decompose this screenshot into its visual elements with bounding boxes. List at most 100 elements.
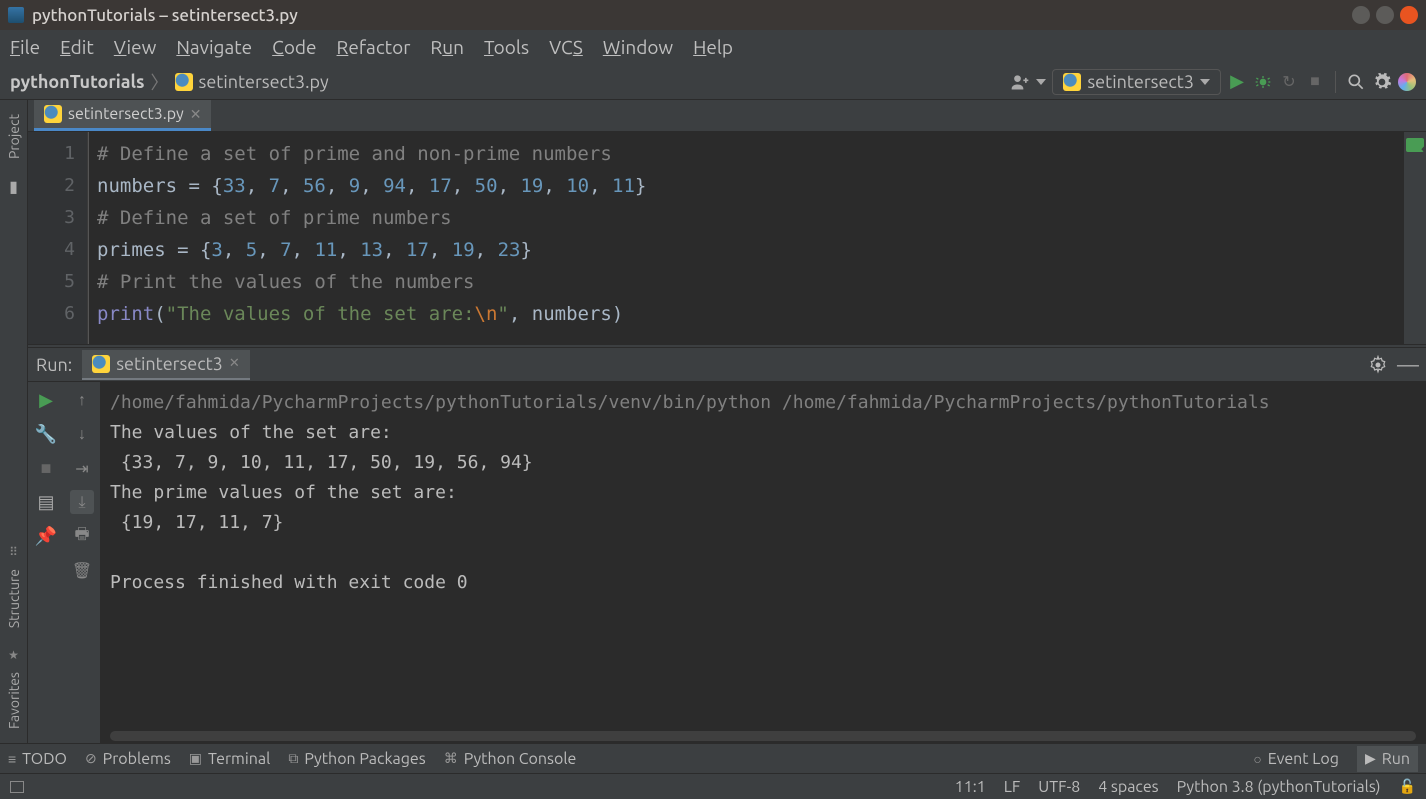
breadcrumb-project[interactable]: pythonTutorials bbox=[10, 72, 145, 92]
stop-button[interactable]: ■ bbox=[1305, 72, 1325, 92]
arrow-up-icon[interactable]: ↑ bbox=[70, 388, 94, 412]
rerun-button[interactable]: ▶ bbox=[34, 388, 58, 412]
tool-window-structure[interactable]: ⠿ Structure bbox=[6, 545, 22, 636]
menu-window[interactable]: Window bbox=[603, 36, 673, 58]
code-comma: , bbox=[452, 175, 475, 197]
tool-python-console[interactable]: ⌘Python Console bbox=[444, 750, 577, 768]
ide-features-icon[interactable] bbox=[1398, 73, 1416, 91]
tool-python-packages[interactable]: ⧉Python Packages bbox=[288, 750, 425, 768]
lock-icon[interactable]: 🔓 bbox=[1399, 778, 1416, 795]
indent-settings[interactable]: 4 spaces bbox=[1098, 778, 1158, 796]
python-interpreter[interactable]: Python 3.8 (pythonTutorials) bbox=[1177, 778, 1381, 796]
left-tool-strip: Project ▮ ⠿ Structure ★ Favorites bbox=[0, 100, 28, 743]
code-brace: { bbox=[200, 175, 223, 197]
print-icon[interactable]: 🖶 bbox=[70, 524, 94, 548]
code-comma: , bbox=[292, 239, 315, 261]
gear-icon[interactable] bbox=[1368, 355, 1388, 375]
menu-tools[interactable]: Tools bbox=[484, 36, 529, 58]
console-line: /home/fahmida/PycharmProjects/pythonTuto… bbox=[110, 392, 1270, 413]
console-line: The prime values of the set are: bbox=[110, 482, 457, 503]
pin-icon[interactable]: 📌 bbox=[34, 524, 58, 548]
breadcrumb-separator: 〉 bbox=[151, 69, 169, 95]
wrench-icon[interactable]: 🔧 bbox=[34, 422, 58, 446]
editor-tabs: setintersect3.py ✕ bbox=[28, 100, 1426, 132]
coverage-button[interactable]: ↻ bbox=[1279, 72, 1299, 92]
chevron-down-icon[interactable] bbox=[1036, 79, 1046, 85]
structure-icon: ⠿ bbox=[9, 545, 18, 559]
code-num: 19 bbox=[520, 175, 543, 197]
structure-label: Structure bbox=[6, 561, 22, 636]
menu-help[interactable]: Help bbox=[693, 36, 733, 58]
code-comma: , bbox=[257, 239, 280, 261]
code-id: numbers bbox=[532, 303, 612, 325]
status-bar: 11:1 LF UTF-8 4 spaces Python 3.8 (pytho… bbox=[0, 773, 1426, 799]
layout-icon[interactable]: ▤ bbox=[34, 490, 58, 514]
menu-bar: File Edit View Navigate Code Refactor Ru… bbox=[0, 30, 1426, 64]
tool-todo[interactable]: ≡TODO bbox=[8, 750, 67, 768]
debug-button[interactable] bbox=[1253, 72, 1273, 92]
gear-icon[interactable] bbox=[1372, 72, 1392, 92]
search-everywhere-icon[interactable] bbox=[1346, 72, 1366, 92]
menu-refactor[interactable]: Refactor bbox=[337, 36, 411, 58]
breadcrumb-file[interactable]: setintersect3.py bbox=[199, 72, 329, 92]
menu-navigate[interactable]: Navigate bbox=[176, 36, 252, 58]
code-num: 17 bbox=[406, 239, 429, 261]
run-tool-window: Run: setintersect3 ✕ — ▶ 🔧 ■ ▤ bbox=[28, 348, 1426, 743]
line-number: 1 bbox=[28, 138, 75, 170]
maximize-button[interactable] bbox=[1376, 6, 1394, 24]
editor-tab-active[interactable]: setintersect3.py ✕ bbox=[34, 100, 211, 131]
console-line: Process finished with exit code 0 bbox=[110, 572, 468, 593]
arrow-down-icon[interactable]: ↓ bbox=[70, 422, 94, 446]
console-line: {33, 7, 9, 10, 11, 17, 50, 19, 56, 94} bbox=[110, 452, 533, 473]
close-tab-icon[interactable]: ✕ bbox=[229, 356, 240, 371]
code-comma: , bbox=[360, 175, 383, 197]
menu-file[interactable]: File bbox=[10, 36, 40, 58]
file-encoding[interactable]: UTF-8 bbox=[1038, 778, 1080, 796]
menu-edit[interactable]: Edit bbox=[60, 36, 94, 58]
tool-run[interactable]: ▶Run bbox=[1357, 746, 1418, 772]
console-scrollbar[interactable] bbox=[100, 729, 1426, 743]
inspection-ok-icon[interactable] bbox=[1406, 138, 1424, 152]
menu-run[interactable]: Run bbox=[430, 36, 464, 58]
hide-icon[interactable]: — bbox=[1398, 355, 1418, 375]
run-tab[interactable]: setintersect3 ✕ bbox=[82, 350, 250, 380]
tool-problems[interactable]: ⊘Problems bbox=[85, 750, 171, 768]
tool-terminal[interactable]: ▣Terminal bbox=[189, 750, 271, 768]
folder-icon[interactable]: ▮ bbox=[9, 177, 18, 196]
code-num: 19 bbox=[452, 239, 475, 261]
tool-window-toggle-icon[interactable] bbox=[10, 781, 24, 793]
menu-vcs[interactable]: VCS bbox=[549, 36, 583, 58]
close-tab-icon[interactable]: ✕ bbox=[190, 106, 202, 123]
tool-window-project[interactable]: Project bbox=[6, 106, 22, 167]
code-num: 11 bbox=[314, 239, 337, 261]
add-user-icon[interactable] bbox=[1010, 72, 1030, 92]
soft-wrap-icon[interactable]: ⇥ bbox=[70, 456, 94, 480]
line-separator[interactable]: LF bbox=[1004, 778, 1021, 796]
code-comma: , bbox=[337, 239, 360, 261]
caret-position[interactable]: 11:1 bbox=[955, 778, 986, 796]
run-config-selector[interactable]: setintersect3 bbox=[1052, 69, 1221, 95]
run-tool-header: Run: setintersect3 ✕ — bbox=[28, 348, 1426, 382]
line-number: 2 bbox=[28, 170, 75, 202]
code-num: 7 bbox=[280, 239, 291, 261]
trash-icon[interactable]: 🗑 bbox=[70, 558, 94, 582]
tool-event-log[interactable]: ○Event Log bbox=[1253, 750, 1339, 768]
code-comma: , bbox=[543, 175, 566, 197]
code-area[interactable]: # Define a set of prime and non-prime nu… bbox=[88, 132, 1404, 344]
code-num: 17 bbox=[429, 175, 452, 197]
code-comma: , bbox=[223, 239, 246, 261]
code-str: " bbox=[497, 303, 508, 325]
minimize-button[interactable] bbox=[1352, 6, 1370, 24]
run-tab-label: setintersect3 bbox=[116, 354, 223, 374]
main-area: Project ▮ ⠿ Structure ★ Favorites setint… bbox=[0, 100, 1426, 743]
python-file-icon bbox=[44, 105, 62, 123]
stop-button[interactable]: ■ bbox=[34, 456, 58, 480]
menu-view[interactable]: View bbox=[114, 36, 157, 58]
run-button[interactable]: ▶ bbox=[1227, 72, 1247, 92]
code-fn: print bbox=[97, 303, 154, 325]
menu-code[interactable]: Code bbox=[272, 36, 316, 58]
close-button[interactable] bbox=[1400, 6, 1418, 24]
scroll-end-icon[interactable]: ⤓ bbox=[70, 490, 94, 514]
tool-window-favorites[interactable]: ★ Favorites bbox=[6, 648, 22, 737]
console-output[interactable]: /home/fahmida/PycharmProjects/pythonTuto… bbox=[100, 382, 1426, 729]
